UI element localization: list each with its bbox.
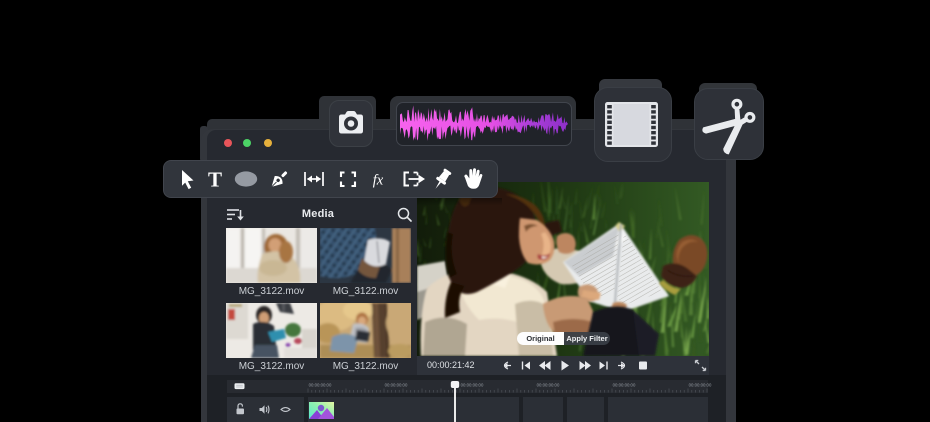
svg-text:00:00:00:00: 00:00:00:00 xyxy=(309,383,332,388)
svg-text:T: T xyxy=(208,168,222,192)
svg-text:00:00:00:00: 00:00:00:00 xyxy=(613,383,636,388)
svg-text:00:00:00:00: 00:00:00:00 xyxy=(537,383,560,388)
svg-text:fx: fx xyxy=(373,173,384,189)
svg-text:00:00:00:00: 00:00:00:00 xyxy=(385,383,408,388)
svg-text:00:00:00:00: 00:00:00:00 xyxy=(689,383,712,388)
svg-text:00:00:00:00: 00:00:00:00 xyxy=(461,383,484,388)
